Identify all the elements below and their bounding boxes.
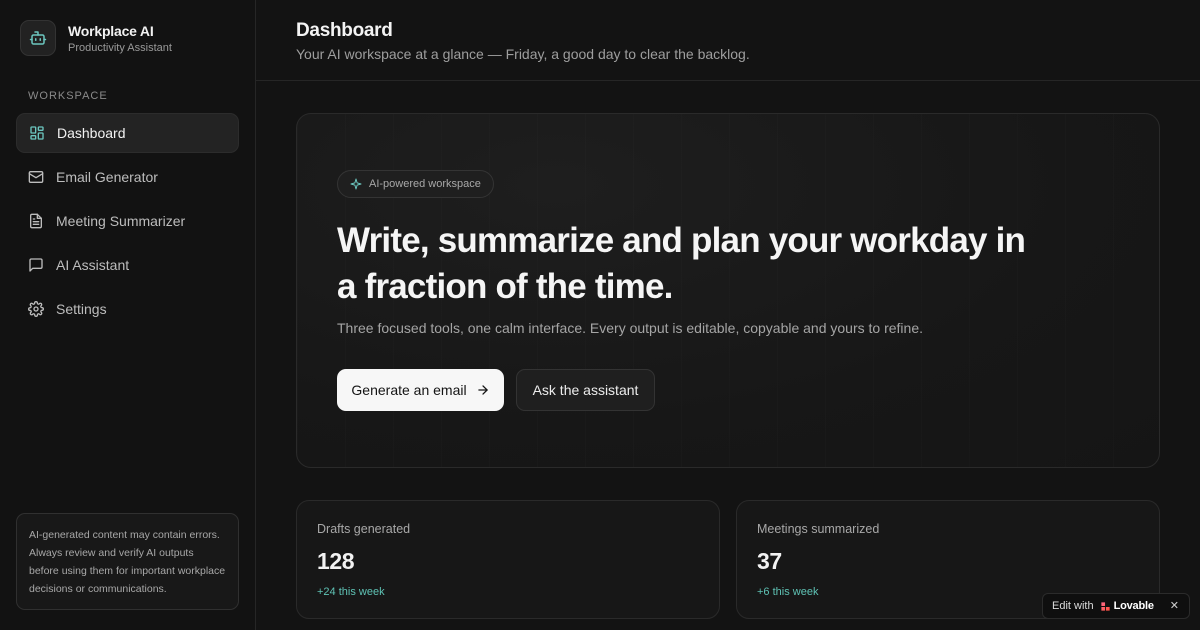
sidebar-item-label: Dashboard <box>57 125 126 141</box>
edit-with-lovable-badge[interactable]: Edit with Lovable ✕ <box>1042 593 1190 619</box>
sidebar-item-settings[interactable]: Settings <box>16 289 239 329</box>
button-label: Generate an email <box>351 382 467 398</box>
badge-prefix: Edit with <box>1052 600 1094 612</box>
section-label: WORKSPACE <box>28 90 108 102</box>
lovable-logo-icon <box>1100 601 1111 612</box>
stat-value: 37 <box>757 548 782 574</box>
chat-icon <box>28 257 44 273</box>
sidebar-item-label: Email Generator <box>56 169 158 185</box>
generate-email-button[interactable]: Generate an email <box>337 369 504 411</box>
sidebar-item-label: Meeting Summarizer <box>56 213 186 229</box>
brand-title: Workplace AI <box>68 22 154 39</box>
robot-icon <box>20 20 56 56</box>
hero-subtitle: Three focused tools, one calm interface.… <box>337 320 923 336</box>
gear-icon <box>28 301 44 317</box>
sidebar-item-email-generator[interactable]: Email Generator <box>16 157 239 197</box>
sparkle-icon <box>350 178 362 190</box>
app-window: Workplace AI Productivity Assistant WORK… <box>0 0 1200 630</box>
pill-label: AI-powered workspace <box>369 178 481 190</box>
stat-label: Drafts generated <box>317 522 411 536</box>
ask-assistant-button[interactable]: Ask the assistant <box>516 369 655 411</box>
sidebar-item-meeting-summarizer[interactable]: Meeting Summarizer <box>16 201 239 241</box>
sidebar-item-label: Settings <box>56 301 107 317</box>
sidebar-item-label: AI Assistant <box>56 257 130 273</box>
hero-card: AI-powered workspace Write, summarize an… <box>296 113 1160 468</box>
brand[interactable]: Workplace AI Productivity Assistant <box>20 20 172 56</box>
brand-subtitle: Productivity Assistant <box>68 41 172 54</box>
hero-title: Write, summarize and plan your workday i… <box>337 221 1026 306</box>
stat-label: Meetings summarized <box>757 522 880 536</box>
page-title: Dashboard <box>296 20 393 41</box>
sidebar-item-ai-assistant[interactable]: AI Assistant <box>16 245 239 285</box>
close-icon[interactable]: ✕ <box>1170 599 1179 612</box>
main-content: Dashboard Your AI workspace at a glance … <box>256 0 1200 630</box>
page-header: Dashboard Your AI workspace at a glance … <box>256 0 1200 81</box>
sidebar-nav: Dashboard Email Generator Meeting Summar… <box>16 113 239 333</box>
page-subtitle: Your AI workspace at a glance — Friday, … <box>296 46 750 62</box>
arrow-right-icon <box>476 383 490 397</box>
ai-badge-pill: AI-powered workspace <box>337 170 494 198</box>
document-icon <box>28 213 44 229</box>
dashboard-icon <box>29 125 45 141</box>
sidebar-item-dashboard[interactable]: Dashboard <box>16 113 239 153</box>
mail-icon <box>28 169 44 185</box>
badge-brand: Lovable <box>1113 600 1154 612</box>
ai-disclaimer: AI-generated content may contain errors.… <box>16 513 239 610</box>
stat-card-drafts: Drafts generated 128 +24 this week <box>296 500 720 619</box>
sidebar: Workplace AI Productivity Assistant WORK… <box>0 0 256 630</box>
stat-value: 128 <box>317 548 355 574</box>
stat-delta: +24 this week <box>317 586 385 598</box>
